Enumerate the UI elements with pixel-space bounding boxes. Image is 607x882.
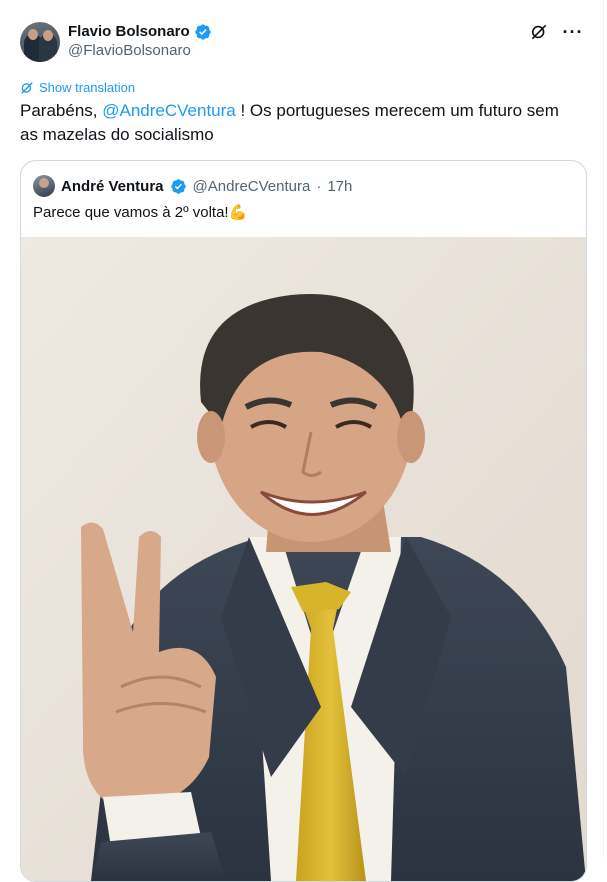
quoted-photo[interactable] — [21, 237, 586, 881]
quoted-text-body: Parece que vamos à 2º volta! — [33, 204, 229, 221]
author-info: Flavio Bolsonaro @FlavioBolsonaro — [68, 22, 212, 61]
quoted-separator: · — [316, 177, 322, 195]
show-translation-link[interactable]: Show translation — [20, 80, 135, 95]
verified-badge-icon — [195, 23, 211, 40]
tweet-card[interactable]: Flavio Bolsonaro @FlavioBolsonaro ··· Sh… — [0, 0, 604, 882]
grok-icon[interactable] — [529, 22, 549, 42]
header-actions: ··· — [529, 22, 583, 42]
quoted-avatar[interactable] — [33, 175, 55, 197]
tweet-text: Parabéns, @AndreCVentura ! Os portuguese… — [20, 99, 580, 147]
quoted-timestamp[interactable]: 17h — [327, 178, 352, 195]
author-avatar[interactable] — [20, 22, 60, 62]
quoted-display-name[interactable]: André Ventura — [61, 178, 164, 195]
quoted-verified-badge-icon — [170, 178, 186, 194]
tweet-header: Flavio Bolsonaro @FlavioBolsonaro ··· — [20, 20, 583, 64]
portrait-illustration — [21, 237, 586, 881]
show-translation-label: Show translation — [39, 80, 136, 95]
quoted-handle[interactable]: @AndreCVentura — [193, 178, 311, 195]
quoted-header: André Ventura @AndreCVentura · 17h — [33, 175, 352, 197]
more-icon[interactable]: ··· — [563, 22, 583, 42]
tweet-text-before: Parabéns, — [20, 101, 103, 120]
author-display-name[interactable]: Flavio Bolsonaro — [68, 22, 190, 41]
quoted-tweet[interactable]: André Ventura @AndreCVentura · 17h Parec… — [20, 160, 587, 882]
translate-icon — [21, 81, 33, 94]
flexed-biceps-emoji: 💪 — [228, 204, 248, 221]
mention-link[interactable]: @AndreCVentura — [102, 101, 236, 120]
quoted-text: Parece que vamos à 2º volta!💪 — [33, 203, 247, 223]
author-handle[interactable]: @FlavioBolsonaro — [68, 41, 212, 61]
author-name-row[interactable]: Flavio Bolsonaro — [68, 22, 212, 41]
